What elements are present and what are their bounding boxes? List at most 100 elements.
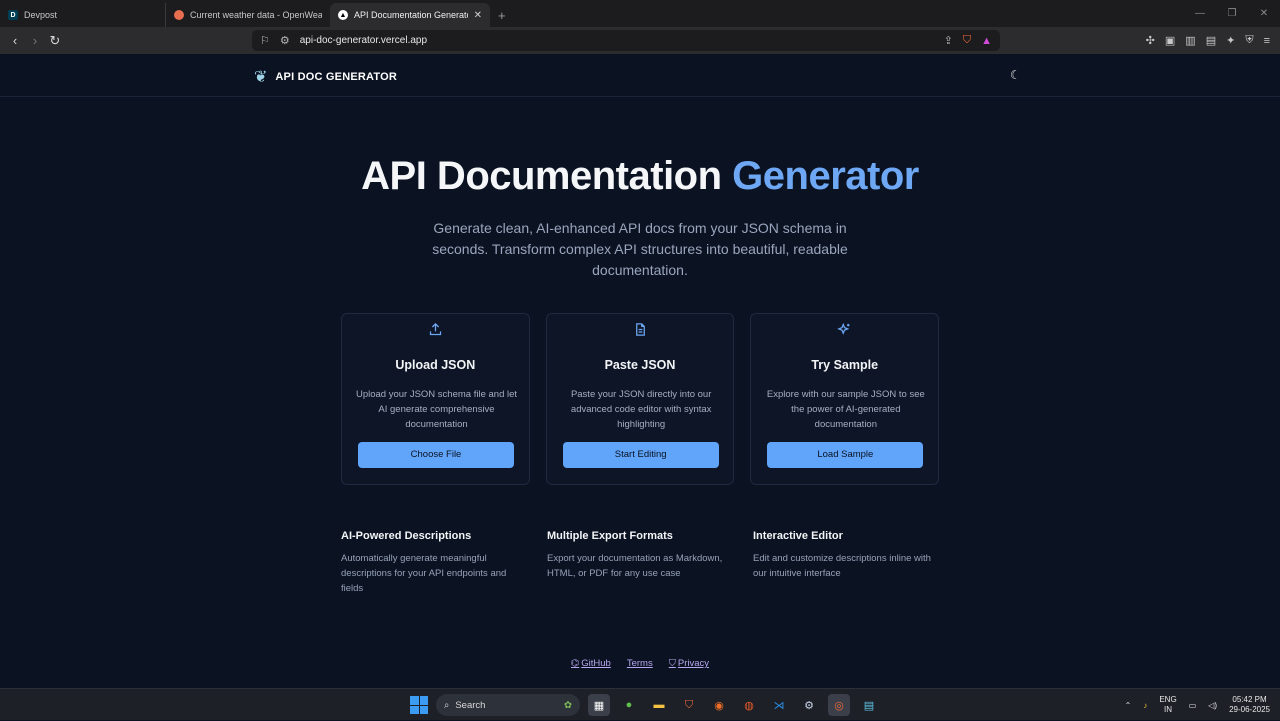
taskbar-apps: ⌕ Search ✿ ▦ ● ▬ ⛉ ◉ ◍ ⋊ ⚙ ◎ ▤ [410, 689, 880, 721]
vpn-shield-icon[interactable]: ⛨ [1245, 34, 1253, 47]
feature-title: Multiple Export Formats [547, 530, 673, 542]
browser-toolbar: ‹ › ↻ ⚐ ⚙ api-doc-generator.vercel.app ⇪… [0, 27, 1280, 54]
tab-api-doc-generator[interactable]: ▲ API Documentation Generator - ✕ [330, 3, 490, 27]
share-icon[interactable]: ⇪ [944, 34, 953, 47]
close-window-icon[interactable]: ✕ [1248, 0, 1280, 27]
brave-shields-icon[interactable]: ⛉ [963, 34, 971, 47]
menu-icon[interactable]: ≡ [1264, 35, 1270, 47]
hero-title-accent: Generator [732, 154, 919, 198]
tab-devpost[interactable]: D Devpost [0, 3, 165, 27]
back-icon[interactable]: ‹ [5, 33, 25, 48]
action-cards: Upload JSON Upload your JSON schema file… [341, 313, 940, 485]
sparkles-icon [751, 322, 938, 341]
feature-description: Export your documentation as Markdown, H… [547, 553, 723, 579]
document-icon [547, 322, 734, 341]
hero-title-main: API Documentation [361, 154, 722, 198]
calculator-icon[interactable]: ▦ [588, 694, 610, 716]
restore-icon[interactable]: ❐ [1216, 0, 1248, 27]
web-page: ❦ API DOC GENERATOR ☾ API Documentation … [0, 54, 1280, 688]
sidebar-icon[interactable]: ▥ [1185, 34, 1195, 47]
card-paste-json: Paste JSON Paste your JSON directly into… [545, 313, 735, 485]
theme-toggle-moon-icon[interactable]: ☾ [1010, 68, 1021, 82]
site-logo[interactable]: ❦ API DOC GENERATOR [254, 67, 397, 87]
feature-title: AI-Powered Descriptions [341, 530, 472, 542]
hero-title: API Documentation Generator [0, 154, 1280, 199]
window-controls: — ❐ ✕ [1184, 0, 1280, 27]
card-description: Explore with our sample JSON to see the … [766, 389, 925, 430]
microphone-icon[interactable]: ♪ [1143, 701, 1147, 710]
feature-ai-descriptions: AI-Powered Descriptions Automatically ge… [341, 530, 531, 596]
card-description: Paste your JSON directly into our advanc… [570, 389, 712, 430]
date-text: 29-06-2025 [1229, 705, 1270, 714]
search-icon: ⌕ [444, 699, 450, 711]
steam-icon[interactable]: ⚙ [798, 694, 820, 716]
card-upload-json: Upload JSON Upload your JSON schema file… [341, 313, 530, 485]
feature-description: Automatically generate meaningful descri… [341, 553, 507, 594]
minimize-icon[interactable]: — [1184, 0, 1216, 27]
feature-description: Edit and customize descriptions inline w… [753, 553, 931, 579]
feature-interactive-editor: Interactive Editor Edit and customize de… [753, 530, 943, 581]
forward-icon[interactable]: › [25, 33, 45, 48]
network-icon[interactable]: ▭ [1189, 701, 1197, 710]
language-code: ENG [1159, 695, 1177, 704]
tab-title: API Documentation Generator - [354, 10, 468, 20]
windows-start-icon[interactable] [410, 696, 428, 714]
terms-link[interactable]: Terms [627, 658, 653, 669]
taskbar-search[interactable]: ⌕ Search ✿ [436, 694, 580, 716]
language-indicator[interactable]: ENG IN [1159, 695, 1176, 715]
github-desktop-icon[interactable]: ◎ [828, 694, 850, 716]
tab-title: Current weather data - OpenWeathe [190, 10, 322, 20]
card-title: Upload JSON [395, 358, 476, 372]
upload-icon [342, 322, 529, 341]
tab-title: Devpost [24, 10, 58, 20]
site-header: ❦ API DOC GENERATOR ☾ [0, 54, 1280, 97]
file-explorer-icon[interactable]: ▬ [648, 694, 670, 716]
search-highlight-icon: ✿ [564, 699, 572, 711]
card-try-sample: Try Sample Explore with our sample JSON … [750, 313, 940, 485]
card-description: Upload your JSON schema file and let AI … [355, 389, 518, 430]
close-tab-icon[interactable]: ✕ [474, 10, 482, 21]
start-editing-button[interactable]: Start Editing [562, 442, 719, 468]
privacy-link[interactable]: ⛉ Privacy [669, 658, 709, 669]
extensions-icon[interactable]: ✣ [1146, 34, 1155, 47]
site-info-icon[interactable]: ⚙ [280, 34, 290, 47]
vercel-favicon-icon: ▲ [338, 10, 348, 20]
notepad-icon[interactable]: ▤ [858, 694, 880, 716]
card-title: Paste JSON [604, 358, 676, 372]
hero-subtitle: Generate clean, AI-enhanced API docs fro… [432, 220, 848, 278]
address-bar[interactable]: ⚐ ⚙ api-doc-generator.vercel.app ⇪ ⛉ ▲ [252, 30, 1000, 51]
xbox-icon[interactable]: ● [618, 694, 640, 716]
load-sample-button[interactable]: Load Sample [767, 442, 924, 468]
url-text[interactable]: api-doc-generator.vercel.app [300, 35, 934, 46]
new-tab-button[interactable]: + [498, 3, 506, 27]
volume-icon[interactable]: ◁) [1208, 701, 1217, 710]
brave-browser-icon[interactable]: ⛉ [678, 694, 700, 716]
choose-file-button[interactable]: Choose File [358, 442, 514, 468]
leo-ai-icon[interactable]: ✦ [1226, 34, 1235, 47]
github-icon: ⌬ [570, 658, 580, 669]
wallet-card-icon[interactable]: ▤ [1206, 34, 1216, 47]
wallet-icon[interactable]: ▣ [1165, 34, 1175, 47]
logo-icon: ❦ [254, 69, 268, 86]
firefox-dev-icon[interactable]: ◍ [738, 694, 760, 716]
brand-name: API DOC GENERATOR [275, 71, 397, 83]
github-link[interactable]: ⌬ GitHub [571, 658, 611, 669]
firefox-icon[interactable]: ◉ [708, 694, 730, 716]
tab-openweather[interactable]: Current weather data - OpenWeathe [165, 3, 330, 27]
region-code: IN [1164, 705, 1173, 714]
reload-icon[interactable]: ↻ [45, 33, 65, 49]
brave-rewards-icon[interactable]: ▲ [981, 35, 992, 47]
system-tray: ⌃ ♪ ENG IN ▭ ◁) 05:42 PM 29-06-2025 [1125, 689, 1270, 721]
devpost-favicon-icon: D [8, 10, 18, 20]
card-title: Try Sample [811, 358, 879, 372]
windows-taskbar: ⌕ Search ✿ ▦ ● ▬ ⛉ ◉ ◍ ⋊ ⚙ ◎ ▤ ⌃ ♪ ENG I… [0, 688, 1280, 720]
search-label: Search [455, 699, 486, 711]
github-label: GitHub [581, 658, 611, 669]
bookmark-icon[interactable]: ⚐ [260, 34, 270, 47]
clock[interactable]: 05:42 PM 29-06-2025 [1229, 695, 1270, 715]
site-footer: ⌬ GitHub Terms ⛉ Privacy [0, 658, 1280, 669]
chevron-up-icon[interactable]: ⌃ [1125, 701, 1132, 710]
vscode-icon[interactable]: ⋊ [768, 694, 790, 716]
extensions-area: ✣ ▣ ▥ ▤ ✦ ⛨ ≡ [1146, 27, 1270, 54]
feature-export-formats: Multiple Export Formats Export your docu… [547, 530, 737, 581]
